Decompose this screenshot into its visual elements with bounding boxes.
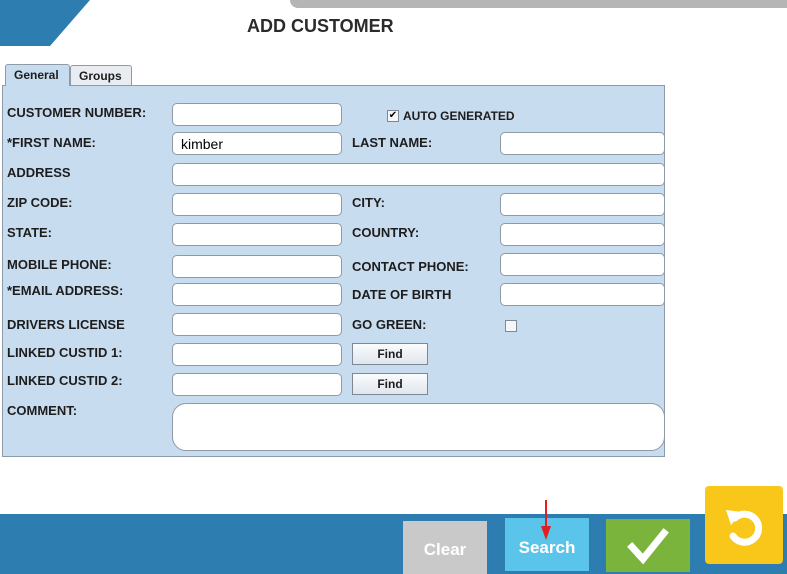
- email-address-label: *EMAIL ADDRESS:: [7, 283, 124, 298]
- checkmark-icon: [627, 528, 669, 565]
- linked-custid-2-label: LINKED CUSTID 2:: [7, 373, 123, 388]
- drivers-license-input[interactable]: [172, 313, 342, 336]
- clear-button[interactable]: Clear: [403, 521, 487, 574]
- country-input[interactable]: [500, 223, 665, 246]
- contact-phone-label: CONTACT PHONE:: [352, 259, 469, 274]
- state-label: STATE:: [7, 225, 53, 240]
- email-address-input[interactable]: [172, 283, 342, 306]
- page-title: ADD CUSTOMER: [247, 16, 394, 36]
- address-input[interactable]: [172, 163, 665, 186]
- country-label: COUNTRY:: [352, 225, 420, 240]
- zip-code-input[interactable]: [172, 193, 342, 216]
- last-name-input[interactable]: [500, 132, 665, 155]
- mobile-phone-label: MOBILE PHONE:: [7, 257, 112, 272]
- mobile-phone-input[interactable]: [172, 255, 342, 278]
- find-custid-1-button[interactable]: Find: [352, 343, 428, 365]
- city-input[interactable]: [500, 193, 665, 216]
- undo-arrow-icon: [726, 510, 763, 546]
- state-input[interactable]: [172, 223, 342, 246]
- zip-code-label: ZIP CODE:: [7, 195, 73, 210]
- top-decorative-bar: [290, 0, 787, 8]
- contact-phone-input[interactable]: [500, 253, 665, 276]
- last-name-label: LAST NAME:: [352, 135, 433, 150]
- linked-custid-1-input[interactable]: [172, 343, 342, 366]
- date-of-birth-input[interactable]: [500, 283, 665, 306]
- confirm-button[interactable]: [606, 519, 690, 572]
- back-button[interactable]: [705, 486, 783, 564]
- tab-general[interactable]: General: [5, 64, 70, 86]
- customer-number-input[interactable]: [172, 103, 342, 126]
- find-custid-2-button[interactable]: Find: [352, 373, 428, 395]
- auto-generated-label: AUTO GENERATED: [403, 109, 515, 123]
- tab-groups[interactable]: Groups: [70, 65, 132, 86]
- linked-custid-1-label: LINKED CUSTID 1:: [7, 345, 123, 360]
- red-arrow-annotation: [541, 500, 551, 540]
- general-form-panel: CUSTOMER NUMBER: ✔ AUTO GENERATED *FIRST…: [2, 85, 665, 457]
- comment-label: COMMENT:: [7, 403, 78, 418]
- brand-corner-shape: [0, 0, 90, 46]
- go-green-checkbox[interactable]: [505, 320, 517, 332]
- first-name-label: *FIRST NAME:: [7, 135, 96, 150]
- date-of-birth-label: DATE OF BIRTH: [352, 287, 452, 302]
- city-label: CITY:: [352, 195, 385, 210]
- go-green-label: GO GREEN:: [352, 317, 427, 332]
- comment-textarea[interactable]: [172, 403, 665, 451]
- linked-custid-2-input[interactable]: [172, 373, 342, 396]
- address-label: ADDRESS: [7, 165, 71, 180]
- drivers-license-label: DRIVERS LICENSE: [7, 317, 125, 332]
- first-name-input[interactable]: [172, 132, 342, 155]
- customer-number-label: CUSTOMER NUMBER:: [7, 105, 147, 120]
- auto-generated-checkbox[interactable]: ✔: [387, 110, 399, 122]
